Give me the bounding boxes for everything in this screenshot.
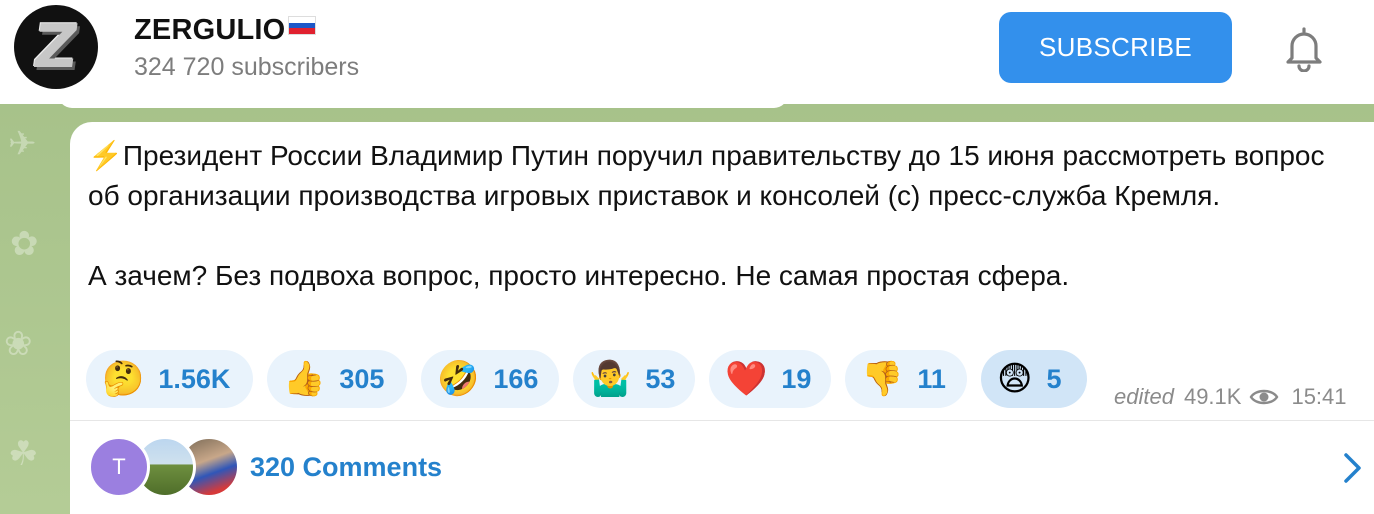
- reaction-thumbs-down[interactable]: 👎 11: [845, 350, 967, 408]
- reaction-count: 11: [917, 363, 946, 394]
- reaction-count: 5: [1046, 363, 1062, 394]
- fearful-face-icon: 😨: [997, 359, 1033, 399]
- bell-icon[interactable]: [1280, 24, 1328, 72]
- message-paragraph: ⚡Президент России Владимир Путин поручил…: [88, 136, 1358, 216]
- chevron-right-icon[interactable]: [1340, 451, 1364, 485]
- message-meta: edited 49.1K 15:41: [1114, 384, 1347, 410]
- subscribe-button[interactable]: SUBSCRIBE: [999, 12, 1232, 83]
- eye-icon: [1250, 389, 1279, 405]
- doodle-icon: ☘: [8, 435, 39, 473]
- thumbs-up-icon: 👍: [283, 359, 326, 399]
- reaction-count: 305: [339, 363, 385, 394]
- russia-flag-icon: [288, 16, 317, 35]
- thumbs-down-icon: 👎: [861, 359, 904, 399]
- avatar-letter: Z: [29, 12, 83, 82]
- reaction-count: 19: [781, 363, 812, 394]
- reaction-thumbs-up[interactable]: 👍 305: [267, 350, 407, 408]
- heart-icon: ❤️: [725, 359, 768, 399]
- reaction-heart[interactable]: ❤️ 19: [709, 350, 831, 408]
- message-paragraph-1: Президент России Владимир Путин поручил …: [88, 140, 1333, 211]
- doodle-icon: ✿: [10, 225, 39, 263]
- subscriber-count: 324 720 subscribers: [134, 53, 360, 81]
- thinking-face-icon: 🤔: [102, 359, 145, 399]
- channel-avatar[interactable]: Z: [14, 5, 98, 89]
- reaction-fearful[interactable]: 😨 5: [981, 350, 1087, 408]
- comments-bar[interactable]: T 320 Comments: [70, 421, 1374, 514]
- shrug-icon: 🤷‍♂️: [589, 359, 632, 399]
- view-count: 49.1K: [1183, 384, 1242, 409]
- message-paragraph-2: А зачем? Без подвоха вопрос, просто инте…: [88, 260, 1070, 291]
- channel-title[interactable]: ZERGULIO: [134, 14, 317, 47]
- commenter-avatar: T: [88, 436, 150, 498]
- reaction-count: 1.56K: [158, 363, 231, 394]
- doodle-icon: ❀: [4, 325, 33, 363]
- reaction-count: 53: [645, 363, 676, 394]
- message-time: 15:41: [1291, 384, 1347, 409]
- reaction-rofl[interactable]: 🤣 166: [421, 350, 559, 408]
- comments-link[interactable]: 320 Comments: [250, 452, 442, 483]
- lightning-icon: ⚡: [88, 140, 123, 171]
- doodle-icon: ✈: [8, 125, 37, 163]
- previous-message-bubble: [58, 94, 788, 108]
- channel-name: ZERGULIO: [134, 14, 286, 46]
- edited-label: edited: [1114, 384, 1174, 409]
- rofl-face-icon: 🤣: [437, 359, 480, 399]
- reaction-shrug[interactable]: 🤷‍♂️ 53: [573, 350, 695, 408]
- reaction-thinking[interactable]: 🤔 1.56K: [86, 350, 253, 408]
- channel-header: Z ZERGULIO 324 720 subscribers SUBSCRIBE: [0, 0, 1374, 104]
- message-text: ⚡Президент России Владимир Путин поручил…: [88, 136, 1358, 296]
- reaction-count: 166: [493, 363, 539, 394]
